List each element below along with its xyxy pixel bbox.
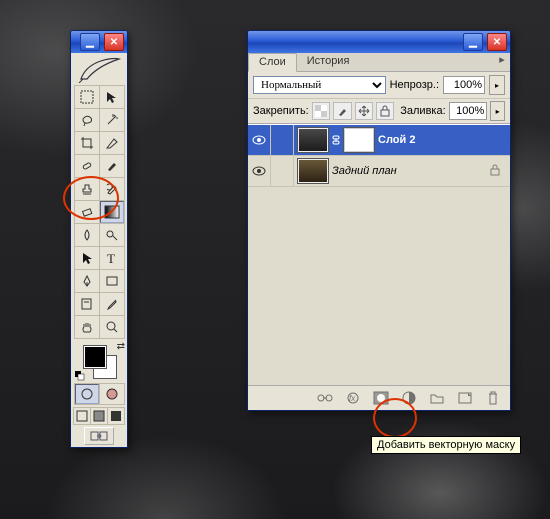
screen-full-menu[interactable]	[91, 408, 107, 424]
tool-eraser[interactable]	[75, 201, 99, 223]
tool-dodge[interactable]	[100, 224, 124, 246]
lock-position-icon[interactable]	[355, 102, 373, 120]
jump-to-imageready[interactable]	[84, 427, 114, 445]
tab-layers[interactable]: Слои	[248, 53, 297, 72]
tool-zoom[interactable]	[100, 316, 124, 338]
fill-flyout[interactable]: ▸	[490, 101, 505, 121]
link-cell[interactable]	[271, 156, 294, 186]
lock-label: Закрепить:	[253, 105, 309, 117]
tool-shape[interactable]	[100, 270, 124, 292]
toolbox-titlebar[interactable]: ▁ ✕	[71, 31, 127, 53]
tab-history[interactable]: История	[297, 53, 360, 71]
screen-standard[interactable]	[74, 408, 90, 424]
tool-type[interactable]: T	[100, 247, 124, 269]
lock-pixels-icon[interactable]	[333, 102, 351, 120]
tool-hand[interactable]	[75, 316, 99, 338]
foreground-color[interactable]	[83, 345, 107, 369]
opacity-value[interactable]: 100%	[443, 76, 485, 94]
fill-label: Заливка:	[400, 105, 445, 117]
tool-lasso[interactable]	[75, 109, 99, 131]
layer-style-icon[interactable]: fx	[344, 390, 362, 406]
tool-history-brush[interactable]	[100, 178, 124, 200]
layer-list: Слой 2 Задний план	[248, 124, 510, 385]
layer-row[interactable]: Слой 2	[248, 125, 510, 156]
color-swatches[interactable]: ⇄	[79, 343, 119, 379]
close-button[interactable]: ✕	[104, 33, 124, 51]
edit-mode-row	[74, 383, 125, 405]
layers-titlebar[interactable]: ▁ ✕	[248, 31, 510, 53]
quickmask-mode[interactable]	[100, 384, 124, 404]
tool-slice[interactable]	[100, 132, 124, 154]
tool-gradient[interactable]	[100, 201, 124, 223]
opacity-label: Непрозр.:	[390, 79, 439, 91]
screen-mode-row	[73, 407, 125, 425]
opacity-flyout[interactable]: ▸	[489, 75, 505, 95]
tool-path-select[interactable]	[75, 247, 99, 269]
panel-tabs: Слои История ▸	[248, 53, 510, 72]
add-mask-icon[interactable]	[372, 390, 390, 406]
tool-healing[interactable]	[75, 155, 99, 177]
tool-move[interactable]	[100, 86, 124, 108]
layers-footer: fx	[248, 385, 510, 410]
default-colors-icon[interactable]	[75, 371, 85, 381]
blend-mode-select[interactable]: Нормальный	[253, 76, 386, 94]
fill-value[interactable]: 100%	[449, 102, 488, 120]
svg-text:T: T	[107, 251, 115, 265]
visibility-toggle[interactable]	[248, 125, 271, 155]
tool-wand[interactable]	[100, 109, 124, 131]
link-cell[interactable]	[271, 125, 294, 155]
tool-notes[interactable]	[75, 293, 99, 315]
new-group-icon[interactable]	[428, 390, 446, 406]
svg-text:fx: fx	[349, 394, 356, 403]
tooltip: Добавить векторную маску	[371, 436, 521, 454]
layer-mask-thumbnail[interactable]	[343, 127, 375, 153]
tool-stamp[interactable]	[75, 178, 99, 200]
lock-icon	[490, 164, 500, 179]
tool-eyedropper[interactable]	[100, 293, 124, 315]
tool-grid: T	[74, 85, 125, 339]
visibility-toggle[interactable]	[248, 156, 271, 186]
layer-row[interactable]: Задний план	[248, 156, 510, 187]
layer-thumbnail[interactable]	[297, 158, 329, 184]
tool-marquee[interactable]	[75, 86, 99, 108]
standard-mode[interactable]	[75, 384, 99, 404]
panel-menu-icon[interactable]: ▸	[494, 53, 510, 71]
tool-pen[interactable]	[75, 270, 99, 292]
layers-panel: ▁ ✕ Слои История ▸ Нормальный Непрозр.: …	[247, 30, 511, 411]
layer-name[interactable]: Задний план	[332, 165, 397, 177]
swap-colors-icon[interactable]: ⇄	[117, 341, 125, 352]
delete-layer-icon[interactable]	[484, 390, 502, 406]
new-layer-icon[interactable]	[456, 390, 474, 406]
tool-crop[interactable]	[75, 132, 99, 154]
link-layers-icon[interactable]	[316, 390, 334, 406]
layer-name[interactable]: Слой 2	[378, 134, 415, 146]
app-logo-feather	[74, 55, 124, 85]
minimize-button[interactable]: ▁	[80, 33, 100, 51]
layer-thumbnail[interactable]	[297, 127, 329, 153]
lock-transparent-icon[interactable]	[312, 102, 330, 120]
mask-link-icon[interactable]	[332, 128, 340, 152]
close-button[interactable]: ✕	[487, 33, 507, 51]
toolbox-panel: ▁ ✕ T	[70, 30, 128, 448]
lock-all-icon[interactable]	[376, 102, 394, 120]
minimize-button[interactable]: ▁	[463, 33, 483, 51]
screen-full[interactable]	[108, 408, 124, 424]
adjustment-layer-icon[interactable]	[400, 390, 418, 406]
tool-brush[interactable]	[100, 155, 124, 177]
tool-blur[interactable]	[75, 224, 99, 246]
